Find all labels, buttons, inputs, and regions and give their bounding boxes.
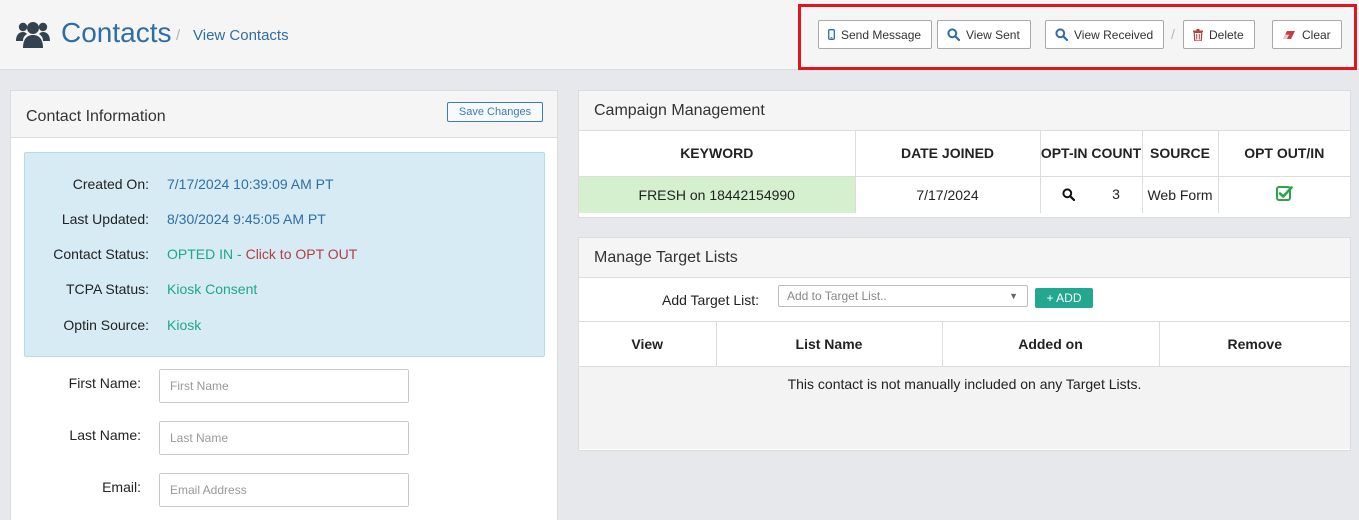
contact-status-label: Contact Status: <box>53 246 149 262</box>
col-date-joined: DATE JOINED <box>855 131 1041 177</box>
target-lists-table-header: View List Name Added on Remove <box>579 321 1350 367</box>
date-joined-cell: 7/17/2024 <box>855 176 1041 213</box>
info-row-optin-source: Optin Source: Kiosk <box>25 317 546 337</box>
last-name-label: Last Name: <box>69 427 141 443</box>
send-message-label: Send Message <box>841 27 922 42</box>
campaign-title: Campaign Management <box>594 102 765 119</box>
campaign-table: KEYWORD DATE JOINED OPT-IN COUNT SOURCE … <box>579 131 1350 213</box>
clear-button[interactable]: Clear <box>1272 20 1342 49</box>
add-target-list-label: Add Target List: <box>662 292 760 308</box>
col-keyword: KEYWORD <box>579 131 856 177</box>
delete-label: Delete <box>1209 27 1244 42</box>
breadcrumb[interactable]: View Contacts <box>193 27 289 44</box>
optin-count-value: 3 <box>1112 186 1120 202</box>
last-updated-label: Last Updated: <box>61 211 149 227</box>
contact-info-title: Contact Information <box>26 108 166 125</box>
clear-label: Clear <box>1302 27 1331 42</box>
target-lists-panel: Manage Target Lists Add Target List: Add… <box>578 237 1351 451</box>
col-source: SOURCE <box>1142 131 1219 177</box>
first-name-input[interactable] <box>159 369 409 403</box>
empty-state: This contact is not manually included on… <box>579 367 1350 449</box>
delete-button[interactable]: Delete <box>1183 20 1255 49</box>
tcpa-status-value: Kiosk Consent <box>167 281 258 297</box>
campaign-panel: Campaign Management KEYWORD DATE JOINED … <box>578 90 1351 218</box>
col-list-name: List Name <box>716 321 943 367</box>
mobile-icon <box>828 29 835 40</box>
email-label: Email: <box>102 479 141 495</box>
chevron-down-icon: ▼ <box>1009 291 1018 301</box>
created-on-label: Created On: <box>72 176 149 192</box>
opt-status-cell <box>1218 176 1350 213</box>
contact-info-header: Contact Information Save Changes <box>11 91 557 138</box>
view-sent-label: View Sent <box>966 27 1020 42</box>
page-title: Contacts <box>61 17 172 48</box>
users-icon <box>16 22 50 48</box>
tcpa-status-label: TCPA Status: <box>66 281 149 297</box>
first-name-label: First Name: <box>68 375 141 391</box>
keyword-cell: FRESH on 18442154990 <box>579 176 856 213</box>
target-lists-table: View List Name Added on Remove <box>579 321 1350 367</box>
col-opt-status: OPT OUT/IN <box>1218 131 1350 177</box>
page-header: Contacts / View Contacts Send Message Vi… <box>0 0 1359 70</box>
last-name-row: Last Name: <box>11 421 559 455</box>
email-input[interactable] <box>159 473 409 507</box>
action-separator: / <box>1171 26 1175 42</box>
optin-source-value: Kiosk <box>167 317 202 333</box>
first-name-row: First Name: <box>11 369 559 403</box>
target-lists-title: Manage Target Lists <box>594 249 738 266</box>
contact-status-value: OPTED IN - Click to OPT OUT <box>167 246 357 262</box>
target-list-select[interactable]: Add to Target List.. ▼ <box>778 285 1028 307</box>
save-changes-button[interactable]: Save Changes <box>447 102 543 122</box>
info-row-updated: Last Updated: 8/30/2024 9:45:05 AM PT <box>25 211 546 231</box>
contact-info-panel: Contact Information Save Changes Created… <box>10 90 558 520</box>
view-received-label: View Received <box>1074 27 1154 42</box>
contact-summary-box: Created On: 7/17/2024 10:39:09 AM PT Las… <box>24 152 545 357</box>
col-view: View <box>579 321 717 367</box>
checkbox-checked-icon[interactable] <box>1275 185 1293 202</box>
view-received-button[interactable]: View Received <box>1045 20 1165 49</box>
source-cell: Web Form <box>1142 176 1219 213</box>
trash-icon <box>1193 28 1203 41</box>
breadcrumb-separator: / <box>176 27 181 44</box>
last-updated-value: 8/30/2024 9:45:05 AM PT <box>167 211 326 227</box>
info-row-tcpa: TCPA Status: Kiosk Consent <box>25 281 546 301</box>
search-icon <box>947 28 960 41</box>
last-name-input[interactable] <box>159 421 409 455</box>
add-target-list-button[interactable]: + ADD <box>1035 288 1093 308</box>
col-optin-count: OPT-IN COUNT <box>1040 131 1143 177</box>
search-icon[interactable] <box>1062 187 1076 201</box>
eraser-icon <box>1283 30 1295 39</box>
send-message-button[interactable]: Send Message <box>818 20 933 49</box>
search-icon <box>1055 28 1068 41</box>
optin-source-label: Optin Source: <box>63 317 149 333</box>
empty-state-message: This contact is not manually included on… <box>787 376 1142 392</box>
email-row: Email: <box>11 473 559 507</box>
col-remove: Remove <box>1159 321 1350 367</box>
target-lists-header: Manage Target Lists <box>579 238 1350 278</box>
info-row-created: Created On: 7/17/2024 10:39:09 AM PT <box>25 176 546 196</box>
view-sent-button[interactable]: View Sent <box>937 20 1031 49</box>
campaign-table-header: KEYWORD DATE JOINED OPT-IN COUNT SOURCE … <box>579 131 1350 177</box>
col-added-on: Added on <box>942 321 1160 367</box>
target-list-select-placeholder: Add to Target List.. <box>787 289 887 303</box>
info-row-status: Contact Status: OPTED IN - Click to OPT … <box>25 246 546 266</box>
created-on-value: 7/17/2024 10:39:09 AM PT <box>167 176 334 192</box>
optin-count-cell: 3 <box>1040 176 1143 213</box>
status-separator: - <box>233 246 246 262</box>
opt-out-link[interactable]: Click to OPT OUT <box>246 246 358 262</box>
table-row: FRESH on 18442154990 7/17/2024 3 Web For… <box>579 176 1350 213</box>
campaign-header: Campaign Management <box>579 91 1350 131</box>
opted-in-text: OPTED IN <box>167 246 234 262</box>
